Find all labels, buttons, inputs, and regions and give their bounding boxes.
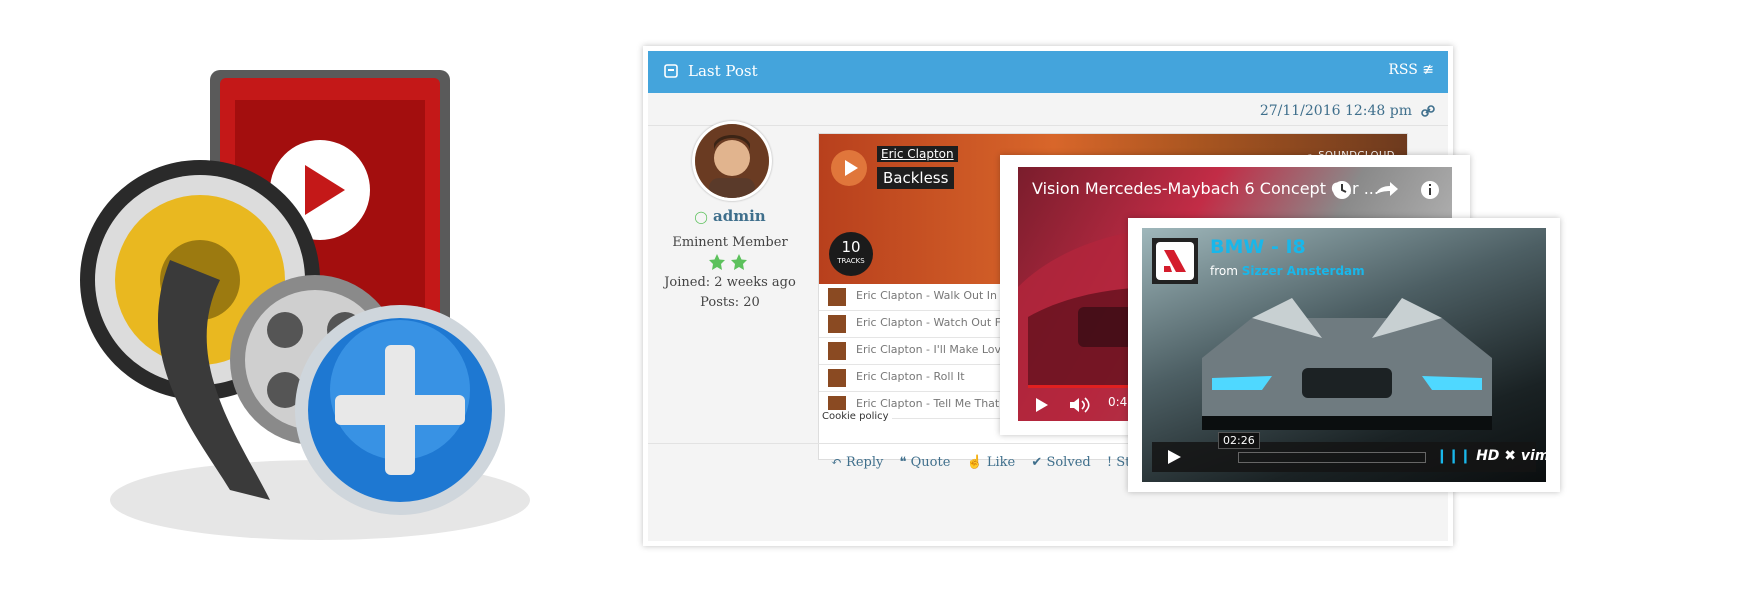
reply-icon: ↶: [831, 455, 842, 470]
vimeo-progress-bar[interactable]: [1238, 452, 1426, 463]
track-thumbnail: [828, 342, 846, 360]
youtube-progress-fill: [1028, 385, 1132, 388]
vimeo-logo[interactable]: vimeo: [1521, 448, 1546, 464]
user-posts: Posts: 20: [700, 295, 760, 310]
post-date: 27/11/2016 12:48 pm: [1259, 103, 1412, 119]
user-rank: Eminent Member: [672, 235, 788, 250]
solved-button[interactable]: ✔ Solved: [1031, 455, 1090, 470]
star-icon: [731, 254, 747, 270]
share-icon: [1376, 182, 1398, 196]
track-thumbnail: [828, 315, 846, 333]
quote-icon: ❝: [899, 455, 907, 470]
sizzer-logo-icon: [1156, 242, 1194, 280]
user-joined: Joined: 2 weeks ago: [664, 275, 796, 290]
media-add-icon: [80, 70, 530, 540]
vimeo-byline: from Sizzer Amsterdam: [1210, 264, 1365, 278]
link-icon[interactable]: [1420, 103, 1436, 119]
track-name: Eric Clapton - I'll Make Lov: [856, 343, 1002, 356]
post-actions: ↶ Reply ❝ Quote ☝ Like ✔ Solved ! Sticky: [831, 455, 1169, 470]
youtube-video-title[interactable]: Vision Mercedes-Maybach 6 Concept Car ..…: [1032, 179, 1379, 198]
soundcloud-artist-link[interactable]: Eric Clapton: [877, 146, 958, 162]
rss-link[interactable]: RSS ≇: [1388, 62, 1434, 78]
online-status-icon: ◯: [694, 210, 708, 224]
check-circle-icon: ✔: [1031, 455, 1043, 470]
vimeo-video[interactable]: BMW - I8 from Sizzer Amsterdam 02:26 ❙❙❙…: [1142, 228, 1546, 482]
thumbs-up-icon: ☝: [966, 455, 983, 470]
car-image: [1202, 298, 1492, 430]
play-icon[interactable]: [1166, 449, 1182, 465]
like-button[interactable]: ☝ Like: [967, 455, 1016, 470]
fullscreen-icon[interactable]: ✖: [1504, 448, 1516, 464]
hd-button[interactable]: HD: [1476, 448, 1499, 464]
track-name: Eric Clapton - Walk Out In: [856, 289, 998, 302]
star-icon: [709, 254, 725, 270]
quote-button[interactable]: ❝ Quote: [900, 455, 951, 470]
track-thumbnail: [828, 369, 846, 387]
info-icon: [1421, 181, 1439, 199]
vimeo-right-controls: ❙❙❙ HD ✖ vimeo: [1436, 448, 1546, 464]
track-name: Eric Clapton - Tell Me That: [856, 397, 1000, 410]
vimeo-time: 02:26: [1218, 432, 1260, 449]
youtube-top-controls: [1333, 181, 1439, 199]
track-name: Eric Clapton - Watch Out F: [856, 316, 1002, 329]
play-icon: [1036, 398, 1048, 412]
post-header: Last Post RSS ≇: [648, 51, 1448, 93]
username[interactable]: ◯ admin: [648, 207, 812, 225]
post-icon: [664, 64, 678, 78]
vimeo-embed-card: BMW - I8 from Sizzer Amsterdam 02:26 ❙❙❙…: [1128, 218, 1560, 492]
rss-icon: ≇: [1422, 62, 1434, 78]
avatar-image: [695, 124, 769, 198]
soundcloud-track-count: 10 TRACKS: [829, 232, 873, 276]
soundcloud-play-button[interactable]: [831, 150, 867, 186]
avatar[interactable]: [692, 121, 772, 201]
vimeo-video-title[interactable]: BMW - I8: [1210, 236, 1306, 258]
volume-icon: [1070, 397, 1090, 413]
post-title: Last Post: [688, 62, 758, 80]
watch-later-icon: [1333, 181, 1351, 199]
soundcloud-track-title[interactable]: Backless: [877, 167, 955, 189]
vimeo-channel-link[interactable]: Sizzer Amsterdam: [1242, 264, 1365, 278]
cookie-policy-link[interactable]: Cookie policy: [819, 410, 892, 423]
reply-button[interactable]: ↶ Reply: [831, 455, 883, 470]
track-thumbnail: [828, 288, 846, 306]
exclamation-icon: !: [1106, 455, 1113, 470]
divider: [648, 125, 1448, 126]
play-icon: [845, 160, 858, 176]
channel-logo[interactable]: [1152, 238, 1198, 284]
track-name: Eric Clapton - Roll It: [856, 370, 965, 383]
rank-stars: [709, 254, 747, 270]
vimeo-controls: 02:26 ❙❙❙ HD ✖ vimeo: [1152, 432, 1546, 472]
volume-bars-icon[interactable]: ❙❙❙: [1436, 448, 1471, 464]
